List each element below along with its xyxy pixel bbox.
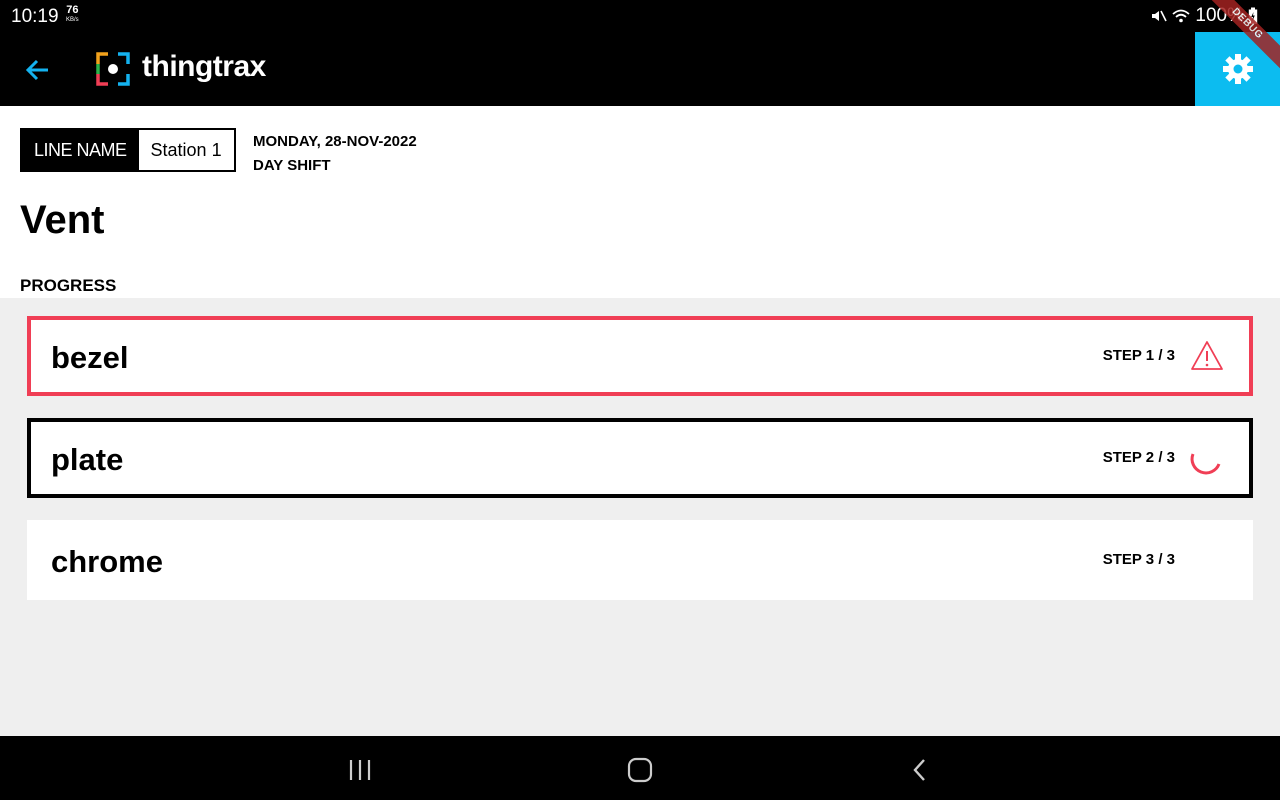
brand-name: thingtrax	[142, 50, 266, 83]
warning-icon	[1191, 341, 1223, 370]
step-card-chrome[interactable]: chrome STEP 3 / 3	[27, 520, 1253, 600]
recent-apps-button[interactable]	[346, 756, 374, 784]
wifi-icon	[1172, 9, 1190, 23]
step-name: plate	[51, 442, 124, 477]
system-nav-bar	[0, 736, 1280, 800]
line-name-box: LINE NAME Station 1	[20, 128, 236, 172]
status-time: 10:19	[11, 6, 59, 27]
step-count: STEP 3 / 3	[1102, 551, 1175, 568]
home-icon	[627, 757, 653, 783]
page-title: Vent	[20, 198, 105, 242]
network-rate: 76 KB/s	[66, 4, 79, 24]
step-name: chrome	[51, 544, 163, 579]
header-panel: LINE NAME Station 1 MONDAY, 28-NOV-2022 …	[0, 106, 1280, 298]
line-name-value: Station 1	[138, 130, 234, 170]
step-count: STEP 2 / 3	[1102, 449, 1175, 466]
network-rate-unit: KB/s	[66, 17, 79, 23]
step-card-plate[interactable]: plate STEP 2 / 3	[27, 418, 1253, 498]
date-shift-block: MONDAY, 28-NOV-2022 DAY SHIFT	[253, 130, 417, 178]
shift-text: DAY SHIFT	[253, 157, 331, 174]
thingtrax-logo-icon	[96, 52, 130, 86]
mute-icon	[1152, 10, 1168, 22]
system-back-button[interactable]	[906, 756, 934, 784]
arrow-left-icon	[25, 59, 48, 81]
back-icon	[913, 759, 925, 781]
date-text: MONDAY, 28-NOV-2022	[253, 133, 417, 150]
recent-apps-icon	[349, 760, 371, 780]
gear-icon	[1222, 54, 1253, 84]
spinner-icon	[1190, 453, 1221, 475]
status-bar: 10:19 76 KB/s 100%	[0, 0, 1280, 34]
step-count: STEP 1 / 3	[1102, 347, 1175, 364]
step-card-bezel[interactable]: bezel STEP 1 / 3	[27, 316, 1253, 396]
progress-label: PROGRESS	[20, 276, 117, 295]
home-button[interactable]	[626, 756, 654, 784]
step-name: bezel	[51, 340, 129, 375]
app-bar: thingtrax	[0, 32, 1280, 106]
back-button[interactable]	[20, 52, 56, 88]
network-rate-value: 76	[66, 4, 79, 16]
line-name-label: LINE NAME	[22, 130, 139, 170]
step-list: bezel STEP 1 / 3 plate STEP 2 / 3 chrome…	[27, 316, 1253, 622]
